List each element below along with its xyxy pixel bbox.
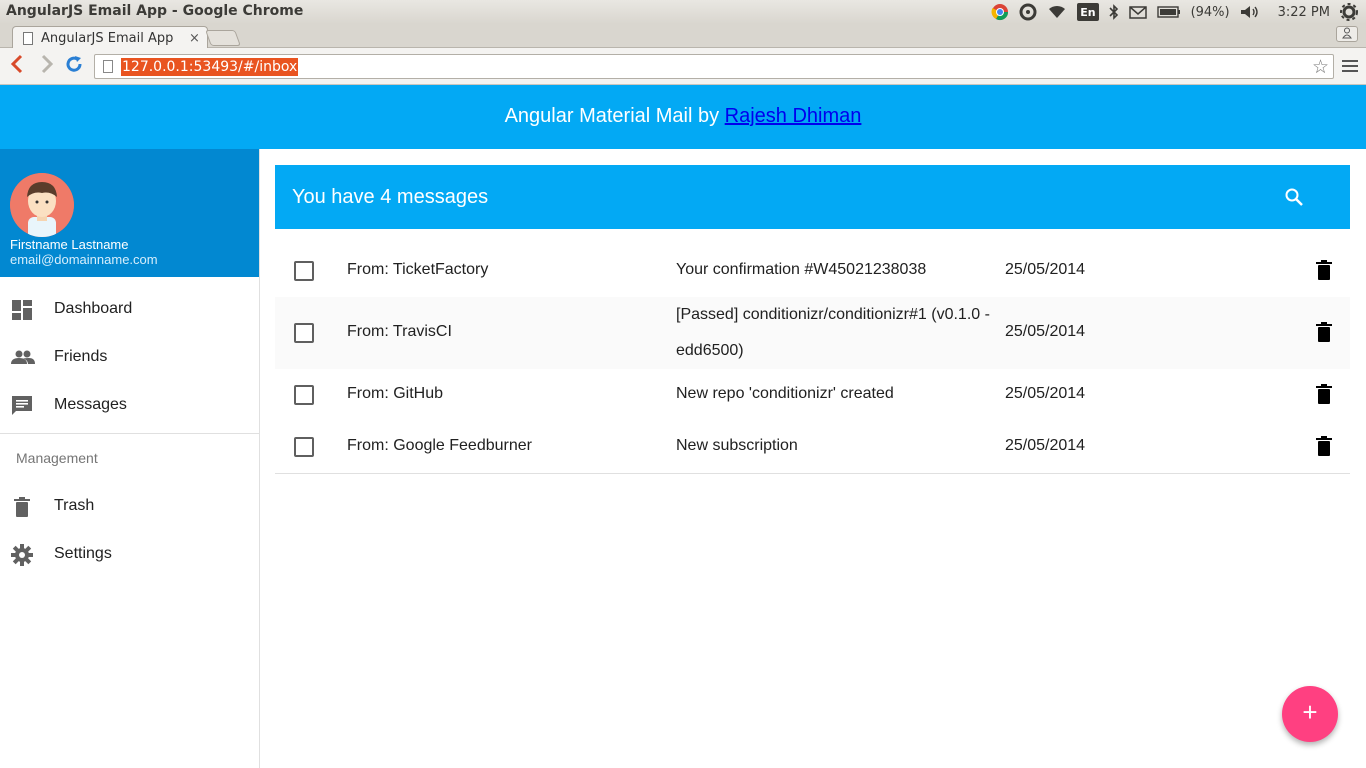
- user-name: Firstname Lastname: [10, 237, 129, 252]
- sidebar-item-label: Settings: [54, 545, 112, 562]
- message-subject: New repo 'conditionizr' created: [676, 385, 894, 402]
- message-subject: New subscription: [676, 437, 798, 454]
- bookmark-star-icon[interactable]: ☆: [1312, 56, 1329, 78]
- main-content: You have 4 messages From: TicketFactory …: [260, 149, 1366, 768]
- message-date: 25/05/2014: [1005, 385, 1086, 402]
- search-icon[interactable]: [1284, 187, 1308, 211]
- forward-icon[interactable]: [36, 54, 58, 78]
- sidebar-item-trash[interactable]: Trash: [0, 482, 259, 530]
- message-date: 25/05/2014: [1005, 437, 1086, 454]
- people-icon: [11, 347, 35, 369]
- management-subheader: Management: [16, 450, 98, 466]
- message-from: From: GitHub: [347, 385, 444, 402]
- tab-close-icon[interactable]: ×: [189, 31, 200, 46]
- browser-toolbar: 127.0.0.1:53493/#/inbox ☆: [0, 48, 1366, 85]
- message-checkbox[interactable]: [294, 385, 314, 405]
- message-checkbox[interactable]: [294, 437, 314, 457]
- sidebar-item-settings[interactable]: Settings: [0, 530, 259, 578]
- back-icon[interactable]: [6, 54, 28, 78]
- browser-tab[interactable]: AngularJS Email App ×: [12, 26, 208, 49]
- trash-icon: [11, 496, 33, 518]
- window-title-bar: AngularJS Email App - Google Chrome En (…: [0, 0, 1366, 24]
- battery-icon[interactable]: [1156, 3, 1181, 21]
- app-header: Angular Material Mail by Rajesh Dhiman: [0, 85, 1366, 149]
- sidebar-item-label: Trash: [54, 497, 95, 514]
- message-subject: Your confirmation #W45021238038: [676, 261, 927, 278]
- clock[interactable]: 3:22 PM: [1278, 3, 1330, 21]
- bluetooth-icon[interactable]: [1108, 3, 1119, 21]
- sidebar-item-friends[interactable]: Friends: [0, 333, 259, 381]
- url-text[interactable]: 127.0.0.1:53493/#/inbox: [121, 58, 299, 76]
- system-tray: En (94%) 3:22 PM: [991, 2, 1358, 22]
- message-date: 25/05/2014: [1005, 261, 1086, 278]
- chrome-menu-icon[interactable]: [1342, 57, 1358, 75]
- wifi-icon[interactable]: [1047, 3, 1067, 21]
- list-item[interactable]: From: Google Feedburner New subscription…: [275, 421, 1350, 473]
- compose-button[interactable]: +: [1282, 686, 1338, 742]
- user-profile: Firstname Lastname email@domainname.com: [0, 149, 259, 277]
- sync-icon[interactable]: [1019, 3, 1037, 21]
- delete-icon[interactable]: [1316, 384, 1334, 406]
- message-checkbox[interactable]: [294, 323, 314, 343]
- list-item[interactable]: From: GitHub New repo 'conditionizr' cre…: [275, 369, 1350, 421]
- new-tab-button[interactable]: [205, 30, 241, 46]
- page-info-icon[interactable]: [103, 60, 113, 73]
- sidebar-item-messages[interactable]: Messages: [0, 381, 259, 429]
- header-text: Angular Material Mail by: [504, 105, 725, 127]
- keyboard-layout-indicator[interactable]: En: [1077, 3, 1099, 21]
- delete-icon[interactable]: [1316, 322, 1334, 344]
- address-bar[interactable]: 127.0.0.1:53493/#/inbox ☆: [94, 54, 1334, 79]
- delete-icon[interactable]: [1316, 436, 1334, 458]
- message-from: From: TravisCI: [347, 323, 452, 340]
- message-date: 25/05/2014: [1005, 323, 1086, 340]
- message-checkbox[interactable]: [294, 261, 314, 281]
- sidebar-item-label: Dashboard: [54, 300, 133, 317]
- message-from: From: Google Feedburner: [347, 437, 532, 454]
- tab-title: AngularJS Email App: [41, 30, 174, 46]
- mail-icon[interactable]: [1128, 3, 1147, 21]
- window-title: AngularJS Email App - Google Chrome: [6, 3, 304, 19]
- message-count: You have 4 messages: [292, 186, 489, 208]
- delete-icon[interactable]: [1316, 260, 1334, 282]
- message-from: From: TicketFactory: [347, 261, 489, 278]
- user-email: email@domainname.com: [10, 252, 158, 267]
- sidenav: Firstname Lastname email@domainname.com …: [0, 149, 260, 768]
- author-link[interactable]: Rajesh Dhiman: [725, 105, 862, 127]
- tab-strip: AngularJS Email App ×: [0, 24, 1366, 49]
- power-settings-icon[interactable]: [1340, 3, 1358, 21]
- message-icon: [11, 395, 33, 417]
- list-item[interactable]: From: TicketFactory Your confirmation #W…: [275, 245, 1350, 297]
- dashboard-icon: [11, 299, 33, 321]
- volume-icon[interactable]: [1240, 3, 1260, 21]
- message-subject: [Passed] conditionizr/conditionizr#1 (v0…: [676, 306, 990, 359]
- chrome-icon[interactable]: [991, 3, 1009, 21]
- list-item[interactable]: From: TravisCI [Passed] conditionizr/con…: [275, 297, 1350, 369]
- message-list: From: TicketFactory Your confirmation #W…: [275, 245, 1350, 474]
- gear-icon: [11, 544, 33, 566]
- page-icon: [23, 31, 33, 45]
- sidebar-item-dashboard[interactable]: Dashboard: [0, 285, 259, 333]
- inbox-toolbar: You have 4 messages: [275, 165, 1350, 229]
- sidebar-item-label: Messages: [54, 396, 127, 413]
- battery-percent: (94%): [1190, 4, 1230, 20]
- profile-icon[interactable]: [1336, 26, 1358, 42]
- avatar[interactable]: [10, 173, 74, 237]
- sidebar-item-label: Friends: [54, 348, 108, 365]
- reload-icon[interactable]: [63, 54, 85, 78]
